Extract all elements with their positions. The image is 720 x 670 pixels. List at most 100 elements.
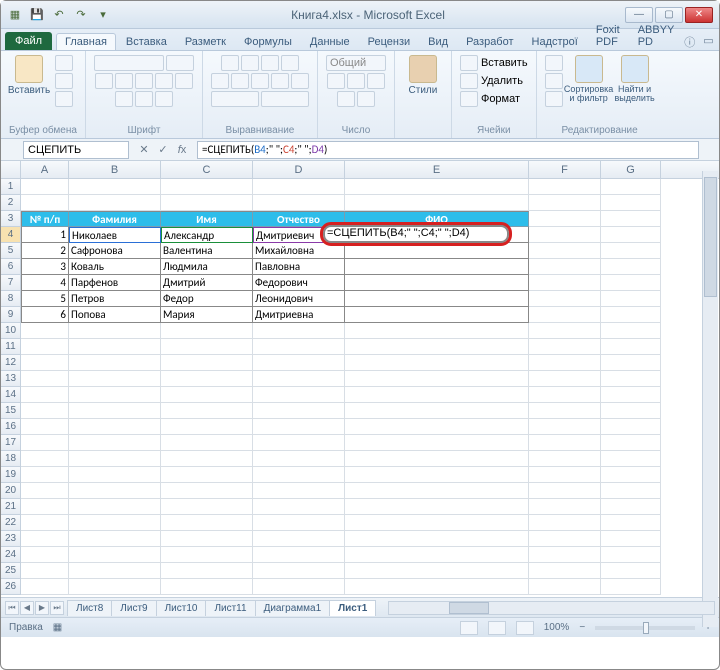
align-center-button[interactable] — [231, 73, 249, 89]
cell[interactable] — [161, 563, 253, 579]
row-header-4[interactable]: 4 — [1, 227, 21, 243]
cell[interactable] — [21, 195, 69, 211]
cell[interactable] — [601, 467, 661, 483]
tab-developer[interactable]: Разработ — [458, 34, 521, 50]
redo-icon[interactable]: ↷ — [73, 7, 89, 23]
tab-formulas[interactable]: Формулы — [236, 34, 300, 50]
format-cells-button[interactable]: Формат — [481, 93, 520, 105]
cell[interactable] — [529, 499, 601, 515]
number-format-select[interactable]: Общий — [326, 55, 386, 71]
col-header-C[interactable]: C — [161, 161, 253, 178]
row-header-9[interactable]: 9 — [1, 307, 21, 323]
indent-inc-button[interactable] — [291, 73, 309, 89]
active-editing-cell[interactable]: =СЦЕПИТЬ(B4;" ";C4;" ";D4) — [323, 225, 509, 243]
maximize-button[interactable]: ▢ — [655, 7, 683, 23]
row-header-13[interactable]: 13 — [1, 371, 21, 387]
cell[interactable] — [529, 291, 601, 307]
cell[interactable] — [161, 579, 253, 595]
cell[interactable] — [253, 499, 345, 515]
cell[interactable] — [161, 483, 253, 499]
tab-review[interactable]: Рецензи — [360, 34, 419, 50]
cell[interactable] — [601, 451, 661, 467]
border-button[interactable] — [115, 91, 133, 107]
cell[interactable] — [601, 435, 661, 451]
cell[interactable] — [253, 419, 345, 435]
cell[interactable] — [253, 563, 345, 579]
cell[interactable] — [253, 579, 345, 595]
currency-button[interactable] — [327, 73, 345, 89]
cell[interactable] — [21, 355, 69, 371]
cell[interactable] — [345, 339, 529, 355]
cell[interactable] — [345, 563, 529, 579]
cell[interactable] — [69, 435, 161, 451]
view-normal-button[interactable] — [460, 621, 478, 635]
tab-addins[interactable]: Надстрої — [524, 34, 586, 50]
cell[interactable] — [253, 195, 345, 211]
cell[interactable] — [345, 355, 529, 371]
cell[interactable] — [69, 451, 161, 467]
sheet-nav-last[interactable]: ⏭ — [50, 601, 64, 615]
row-header-2[interactable]: 2 — [1, 195, 21, 211]
cell[interactable] — [345, 531, 529, 547]
cell[interactable] — [345, 419, 529, 435]
clear-button[interactable] — [545, 91, 563, 107]
help-icon[interactable]: ⓘ — [684, 34, 695, 50]
cell[interactable]: Дмитрий — [161, 275, 253, 291]
cell[interactable] — [601, 339, 661, 355]
decrease-font-button[interactable] — [175, 73, 193, 89]
cell[interactable] — [161, 355, 253, 371]
cell[interactable]: Фамилия — [69, 211, 161, 227]
cell[interactable] — [21, 451, 69, 467]
cell[interactable] — [161, 403, 253, 419]
cell[interactable] — [601, 483, 661, 499]
cell[interactable]: Попова — [69, 307, 161, 323]
autosum-button[interactable] — [545, 55, 563, 71]
row-header-26[interactable]: 26 — [1, 579, 21, 595]
cell[interactable] — [345, 467, 529, 483]
row-header-8[interactable]: 8 — [1, 291, 21, 307]
cell[interactable] — [345, 435, 529, 451]
wrap-text-button[interactable] — [211, 91, 259, 107]
cell[interactable] — [529, 227, 601, 243]
save-icon[interactable]: 💾 — [29, 7, 45, 23]
cell[interactable] — [529, 451, 601, 467]
cell[interactable] — [21, 371, 69, 387]
align-bottom-button[interactable] — [261, 55, 279, 71]
hscroll-thumb[interactable] — [449, 602, 489, 614]
vscroll-thumb[interactable] — [704, 177, 717, 297]
cell[interactable] — [69, 339, 161, 355]
align-top-button[interactable] — [221, 55, 239, 71]
row-header-7[interactable]: 7 — [1, 275, 21, 291]
close-button[interactable]: ✕ — [685, 7, 713, 23]
cell[interactable] — [161, 515, 253, 531]
cell[interactable] — [69, 579, 161, 595]
sheet-nav-first[interactable]: ⏮ — [5, 601, 19, 615]
minimize-button[interactable]: — — [625, 7, 653, 23]
sheet-tab[interactable]: Лист10 — [156, 600, 207, 616]
cell[interactable] — [601, 275, 661, 291]
row-headers[interactable]: 1234567891011121314151617181920212223242… — [1, 179, 21, 595]
cell[interactable] — [529, 211, 601, 227]
tab-insert[interactable]: Вставка — [118, 34, 175, 50]
row-header-20[interactable]: 20 — [1, 483, 21, 499]
cell[interactable] — [529, 371, 601, 387]
cell[interactable] — [253, 355, 345, 371]
delete-cells-button[interactable]: Удалить — [481, 75, 523, 87]
cell[interactable] — [21, 531, 69, 547]
fx-button[interactable]: fx — [173, 141, 191, 159]
cell[interactable] — [345, 371, 529, 387]
row-header-17[interactable]: 17 — [1, 435, 21, 451]
cell[interactable] — [345, 515, 529, 531]
cell[interactable] — [69, 483, 161, 499]
cell[interactable] — [529, 435, 601, 451]
cell[interactable] — [69, 387, 161, 403]
font-color-button[interactable] — [155, 91, 173, 107]
cell[interactable]: Дмитриевна — [253, 307, 345, 323]
row-header-24[interactable]: 24 — [1, 547, 21, 563]
row-header-12[interactable]: 12 — [1, 355, 21, 371]
cell[interactable] — [529, 179, 601, 195]
cell[interactable] — [601, 307, 661, 323]
cell[interactable] — [161, 435, 253, 451]
view-layout-button[interactable] — [488, 621, 506, 635]
row-header-15[interactable]: 15 — [1, 403, 21, 419]
